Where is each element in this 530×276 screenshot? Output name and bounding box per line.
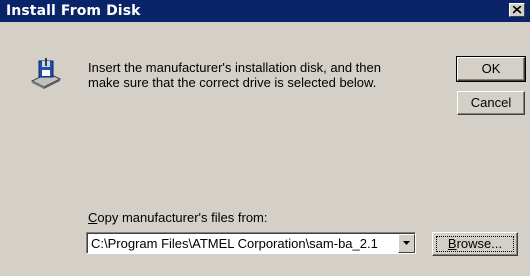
- title-bar: Install From Disk: [0, 0, 530, 22]
- window-title: Install From Disk: [6, 3, 141, 19]
- chevron-down-icon: [403, 241, 410, 245]
- browse-label-rest: rowse...: [456, 236, 503, 251]
- browse-button[interactable]: Browse...: [432, 232, 518, 256]
- browse-accelerator: B: [447, 236, 457, 251]
- copy-from-combobox[interactable]: C:\Program Files\ATMEL Corporation\sam-b…: [86, 232, 416, 254]
- copy-from-value[interactable]: C:\Program Files\ATMEL Corporation\sam-b…: [91, 236, 378, 251]
- copy-from-accelerator: C: [88, 210, 98, 225]
- instruction-text: Insert the manufacturer's installation d…: [88, 60, 408, 90]
- instruction-line-1: Insert the manufacturer's installation d…: [88, 60, 381, 75]
- copy-from-label: Copy manufacturer's files from:: [88, 210, 268, 225]
- instruction-line-2: make sure that the correct drive is sele…: [88, 75, 377, 90]
- cancel-button[interactable]: Cancel: [457, 91, 525, 115]
- copy-from-label-rest: opy manufacturer's files from:: [97, 210, 268, 225]
- close-icon: [513, 6, 522, 14]
- ok-button[interactable]: OK: [456, 56, 526, 82]
- install-disk-icon: [30, 58, 62, 89]
- dropdown-button[interactable]: [398, 234, 415, 253]
- close-button[interactable]: [509, 3, 525, 17]
